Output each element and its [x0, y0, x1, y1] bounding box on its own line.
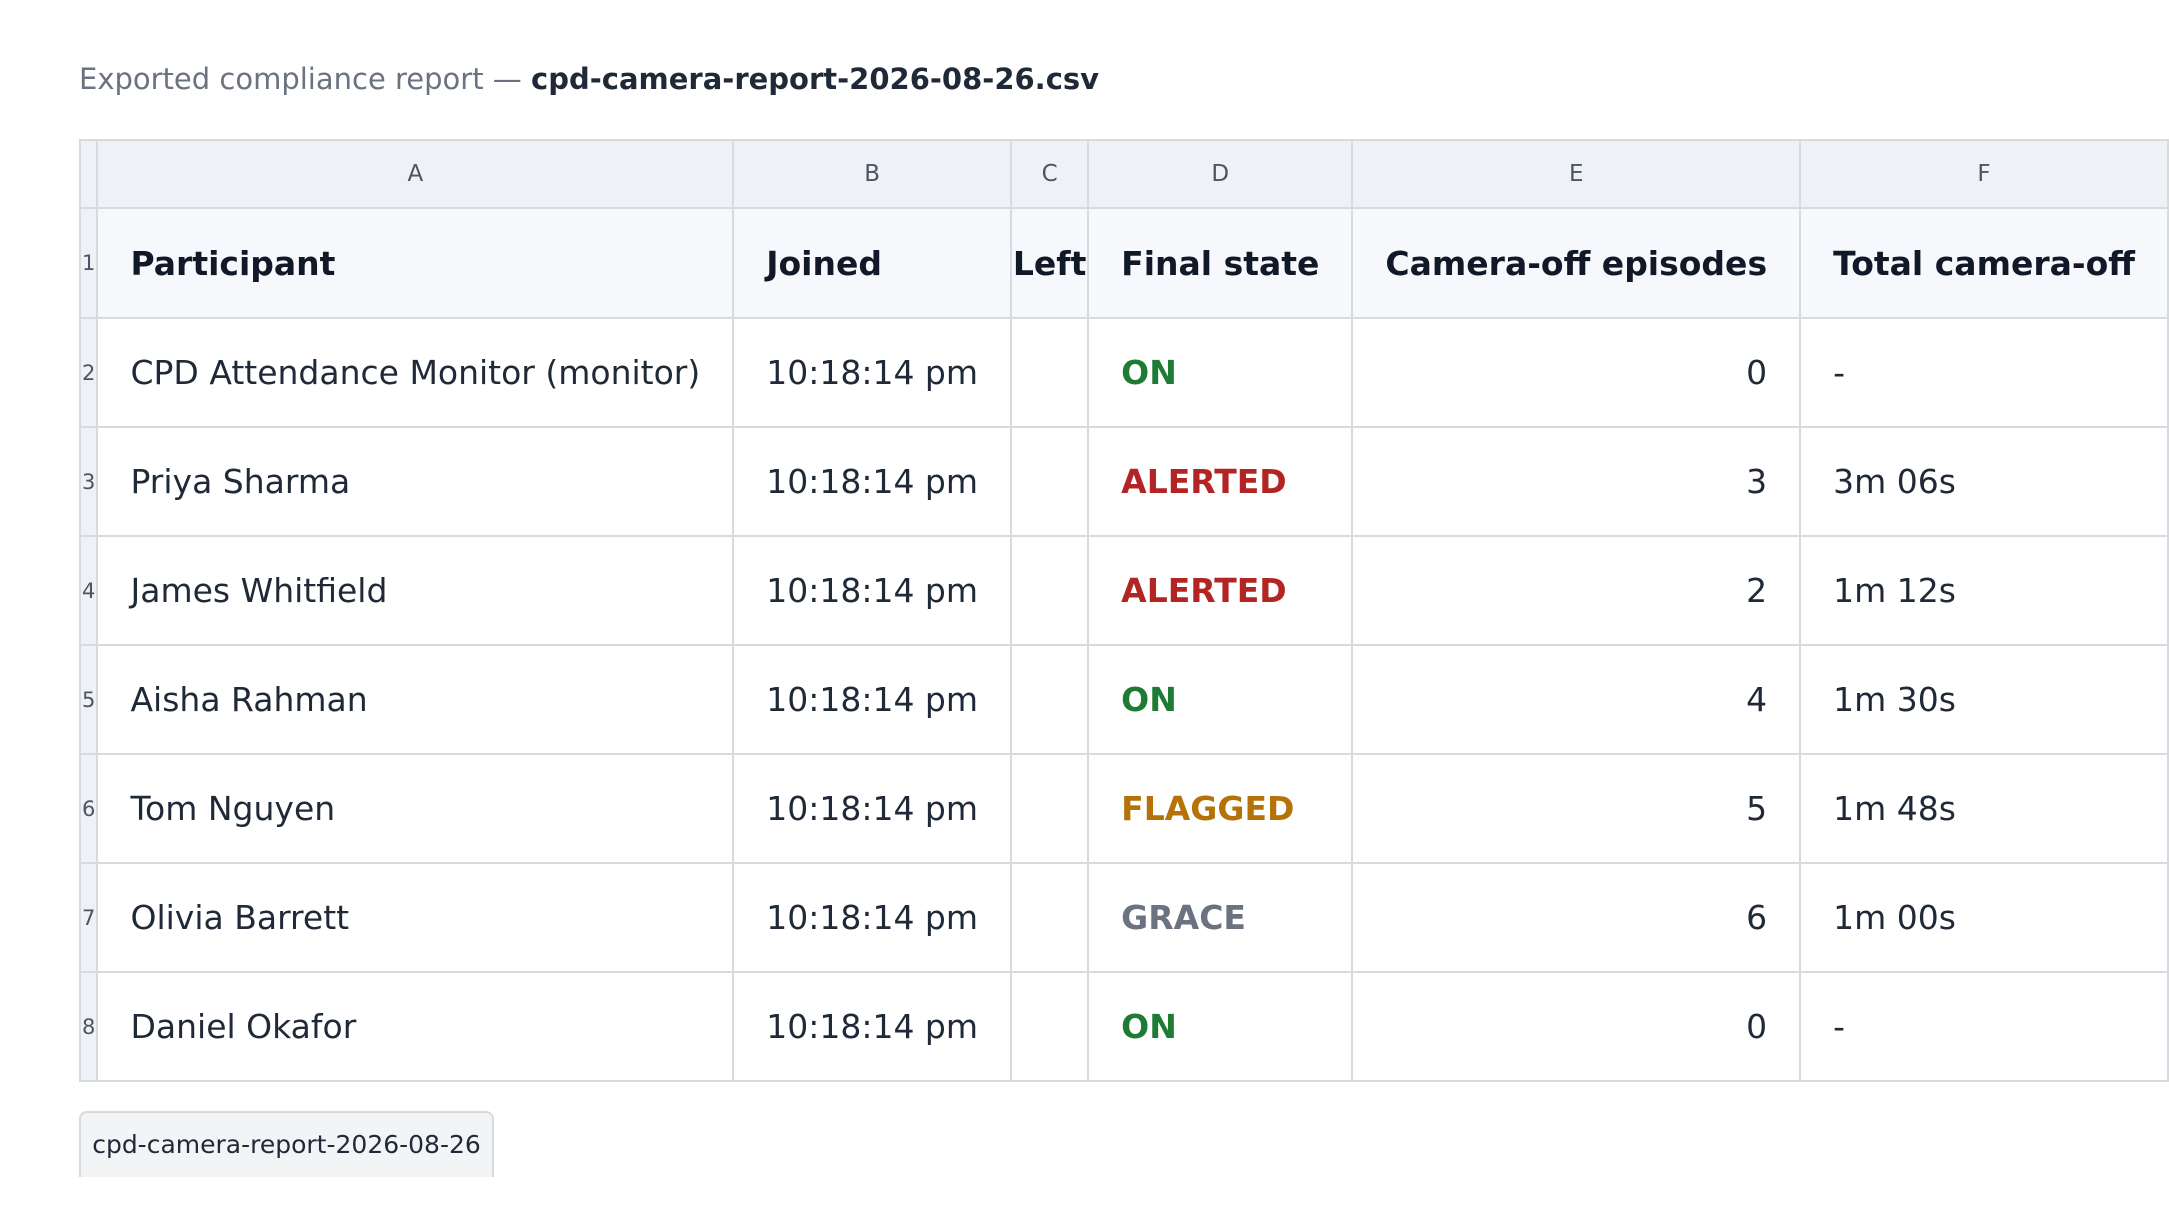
header-participant[interactable]: Participant: [96, 207, 735, 319]
cell-left[interactable]: [1010, 862, 1090, 973]
cell-final-state[interactable]: ON: [1087, 644, 1354, 755]
report-caption: Exported compliance report — cpd-camera-…: [79, 62, 1099, 96]
cell-camera-off-episodes[interactable]: 4: [1351, 644, 1802, 755]
cell-joined[interactable]: 10:18:14 pm: [732, 862, 1013, 973]
row-number[interactable]: 6: [78, 753, 99, 864]
cell-left[interactable]: [1010, 535, 1090, 646]
table-row: 3 Priya Sharma 10:18:14 pm ALERTED 3 3m 06s: [78, 426, 2169, 537]
column-header-e[interactable]: E: [1351, 139, 1802, 209]
table-body: 2 CPD Attendance Monitor (monitor) 10:18:1…: [78, 317, 2169, 1082]
report-page: Exported compliance report — cpd-camera-…: [0, 0, 2169, 1220]
cell-final-state[interactable]: GRACE: [1087, 862, 1354, 973]
cell-joined[interactable]: 10:18:14 pm: [732, 426, 1013, 537]
column-header-row: A B C D E F: [78, 139, 2169, 209]
cell-total-camera-off[interactable]: 1m 00s: [1799, 862, 2169, 973]
header-left[interactable]: Left: [1010, 207, 1090, 319]
table-row: 7 Olivia Barrett 10:18:14 pm GRACE 6 1m 00s: [78, 862, 2169, 973]
header-final-state[interactable]: Final state: [1087, 207, 1354, 319]
cell-camera-off-episodes[interactable]: 5: [1351, 753, 1802, 864]
cell-total-camera-off[interactable]: 3m 06s: [1799, 426, 2169, 537]
cell-joined[interactable]: 10:18:14 pm: [732, 317, 1013, 428]
caption-filename: cpd-camera-report-2026-08-26.csv: [531, 62, 1100, 96]
row-number[interactable]: 4: [78, 535, 99, 646]
header-total-camera-off[interactable]: Total camera-off: [1799, 207, 2169, 319]
row-number[interactable]: 7: [78, 862, 99, 973]
row-number[interactable]: 8: [78, 971, 99, 1082]
column-header-c[interactable]: C: [1010, 139, 1090, 209]
cell-camera-off-episodes[interactable]: 6: [1351, 862, 1802, 973]
table-row: 6 Tom Nguyen 10:18:14 pm FLAGGED 5 1m 48s: [78, 753, 2169, 864]
row-number[interactable]: 2: [78, 317, 99, 428]
sheet-tab[interactable]: cpd-camera-report-2026-08-26: [79, 1111, 494, 1177]
cell-final-state[interactable]: FLAGGED: [1087, 753, 1354, 864]
cell-participant[interactable]: Priya Sharma: [96, 426, 735, 537]
caption-prefix: Exported compliance report —: [79, 62, 522, 96]
table-row: 8 Daniel Okafor 10:18:14 pm ON 0-: [78, 971, 2169, 1082]
cell-camera-off-episodes[interactable]: 2: [1351, 535, 1802, 646]
spreadsheet-grid: A B C D E F 1 Participant Joined Left Fi…: [78, 139, 2169, 1082]
column-header-f[interactable]: F: [1799, 139, 2169, 209]
cell-camera-off-episodes[interactable]: 0: [1351, 317, 1802, 428]
cell-final-state[interactable]: ON: [1087, 971, 1354, 1082]
cell-final-state[interactable]: ON: [1087, 317, 1354, 428]
cell-participant[interactable]: Aisha Rahman: [96, 644, 735, 755]
cell-final-state[interactable]: ALERTED: [1087, 535, 1354, 646]
cell-left[interactable]: [1010, 753, 1090, 864]
table-header-row: 1 Participant Joined Left Final state Ca…: [78, 207, 2169, 319]
cell-participant[interactable]: Olivia Barrett: [96, 862, 735, 973]
cell-participant[interactable]: Tom Nguyen: [96, 753, 735, 864]
cell-joined[interactable]: 10:18:14 pm: [732, 753, 1013, 864]
header-joined[interactable]: Joined: [732, 207, 1013, 319]
cell-total-camera-off[interactable]: 1m 30s: [1799, 644, 2169, 755]
cell-total-camera-off[interactable]: -: [1799, 971, 2169, 1082]
cell-joined[interactable]: 10:18:14 pm: [732, 644, 1013, 755]
row-number[interactable]: 1: [78, 207, 99, 319]
column-header-a[interactable]: A: [96, 139, 735, 209]
cell-left[interactable]: [1010, 426, 1090, 537]
table-row: 5 Aisha Rahman 10:18:14 pm ON 4 1m 30s: [78, 644, 2169, 755]
cell-total-camera-off[interactable]: 1m 12s: [1799, 535, 2169, 646]
cell-camera-off-episodes[interactable]: 3: [1351, 426, 1802, 537]
cell-joined[interactable]: 10:18:14 pm: [732, 535, 1013, 646]
column-header-b[interactable]: B: [732, 139, 1013, 209]
column-header-d[interactable]: D: [1087, 139, 1354, 209]
cell-left[interactable]: [1010, 971, 1090, 1082]
cell-participant[interactable]: CPD Attendance Monitor (monitor): [96, 317, 735, 428]
cell-left[interactable]: [1010, 644, 1090, 755]
cell-participant[interactable]: James Whitfield: [96, 535, 735, 646]
table-row: 4 James Whitfield 10:18:14 pm ALERTED 2 1m 12…: [78, 535, 2169, 646]
cell-participant[interactable]: Daniel Okafor: [96, 971, 735, 1082]
cell-total-camera-off[interactable]: -: [1799, 317, 2169, 428]
cell-joined[interactable]: 10:18:14 pm: [732, 971, 1013, 1082]
header-camera-off-episodes[interactable]: Camera-off episodes: [1351, 207, 1802, 319]
row-number[interactable]: 3: [78, 426, 99, 537]
cell-camera-off-episodes[interactable]: 0: [1351, 971, 1802, 1082]
row-number[interactable]: 5: [78, 644, 99, 755]
select-all-corner[interactable]: [78, 139, 99, 209]
cell-total-camera-off[interactable]: 1m 48s: [1799, 753, 2169, 864]
cell-final-state[interactable]: ALERTED: [1087, 426, 1354, 537]
table-row: 2 CPD Attendance Monitor (monitor) 10:18:1…: [78, 317, 2169, 428]
cell-left[interactable]: [1010, 317, 1090, 428]
